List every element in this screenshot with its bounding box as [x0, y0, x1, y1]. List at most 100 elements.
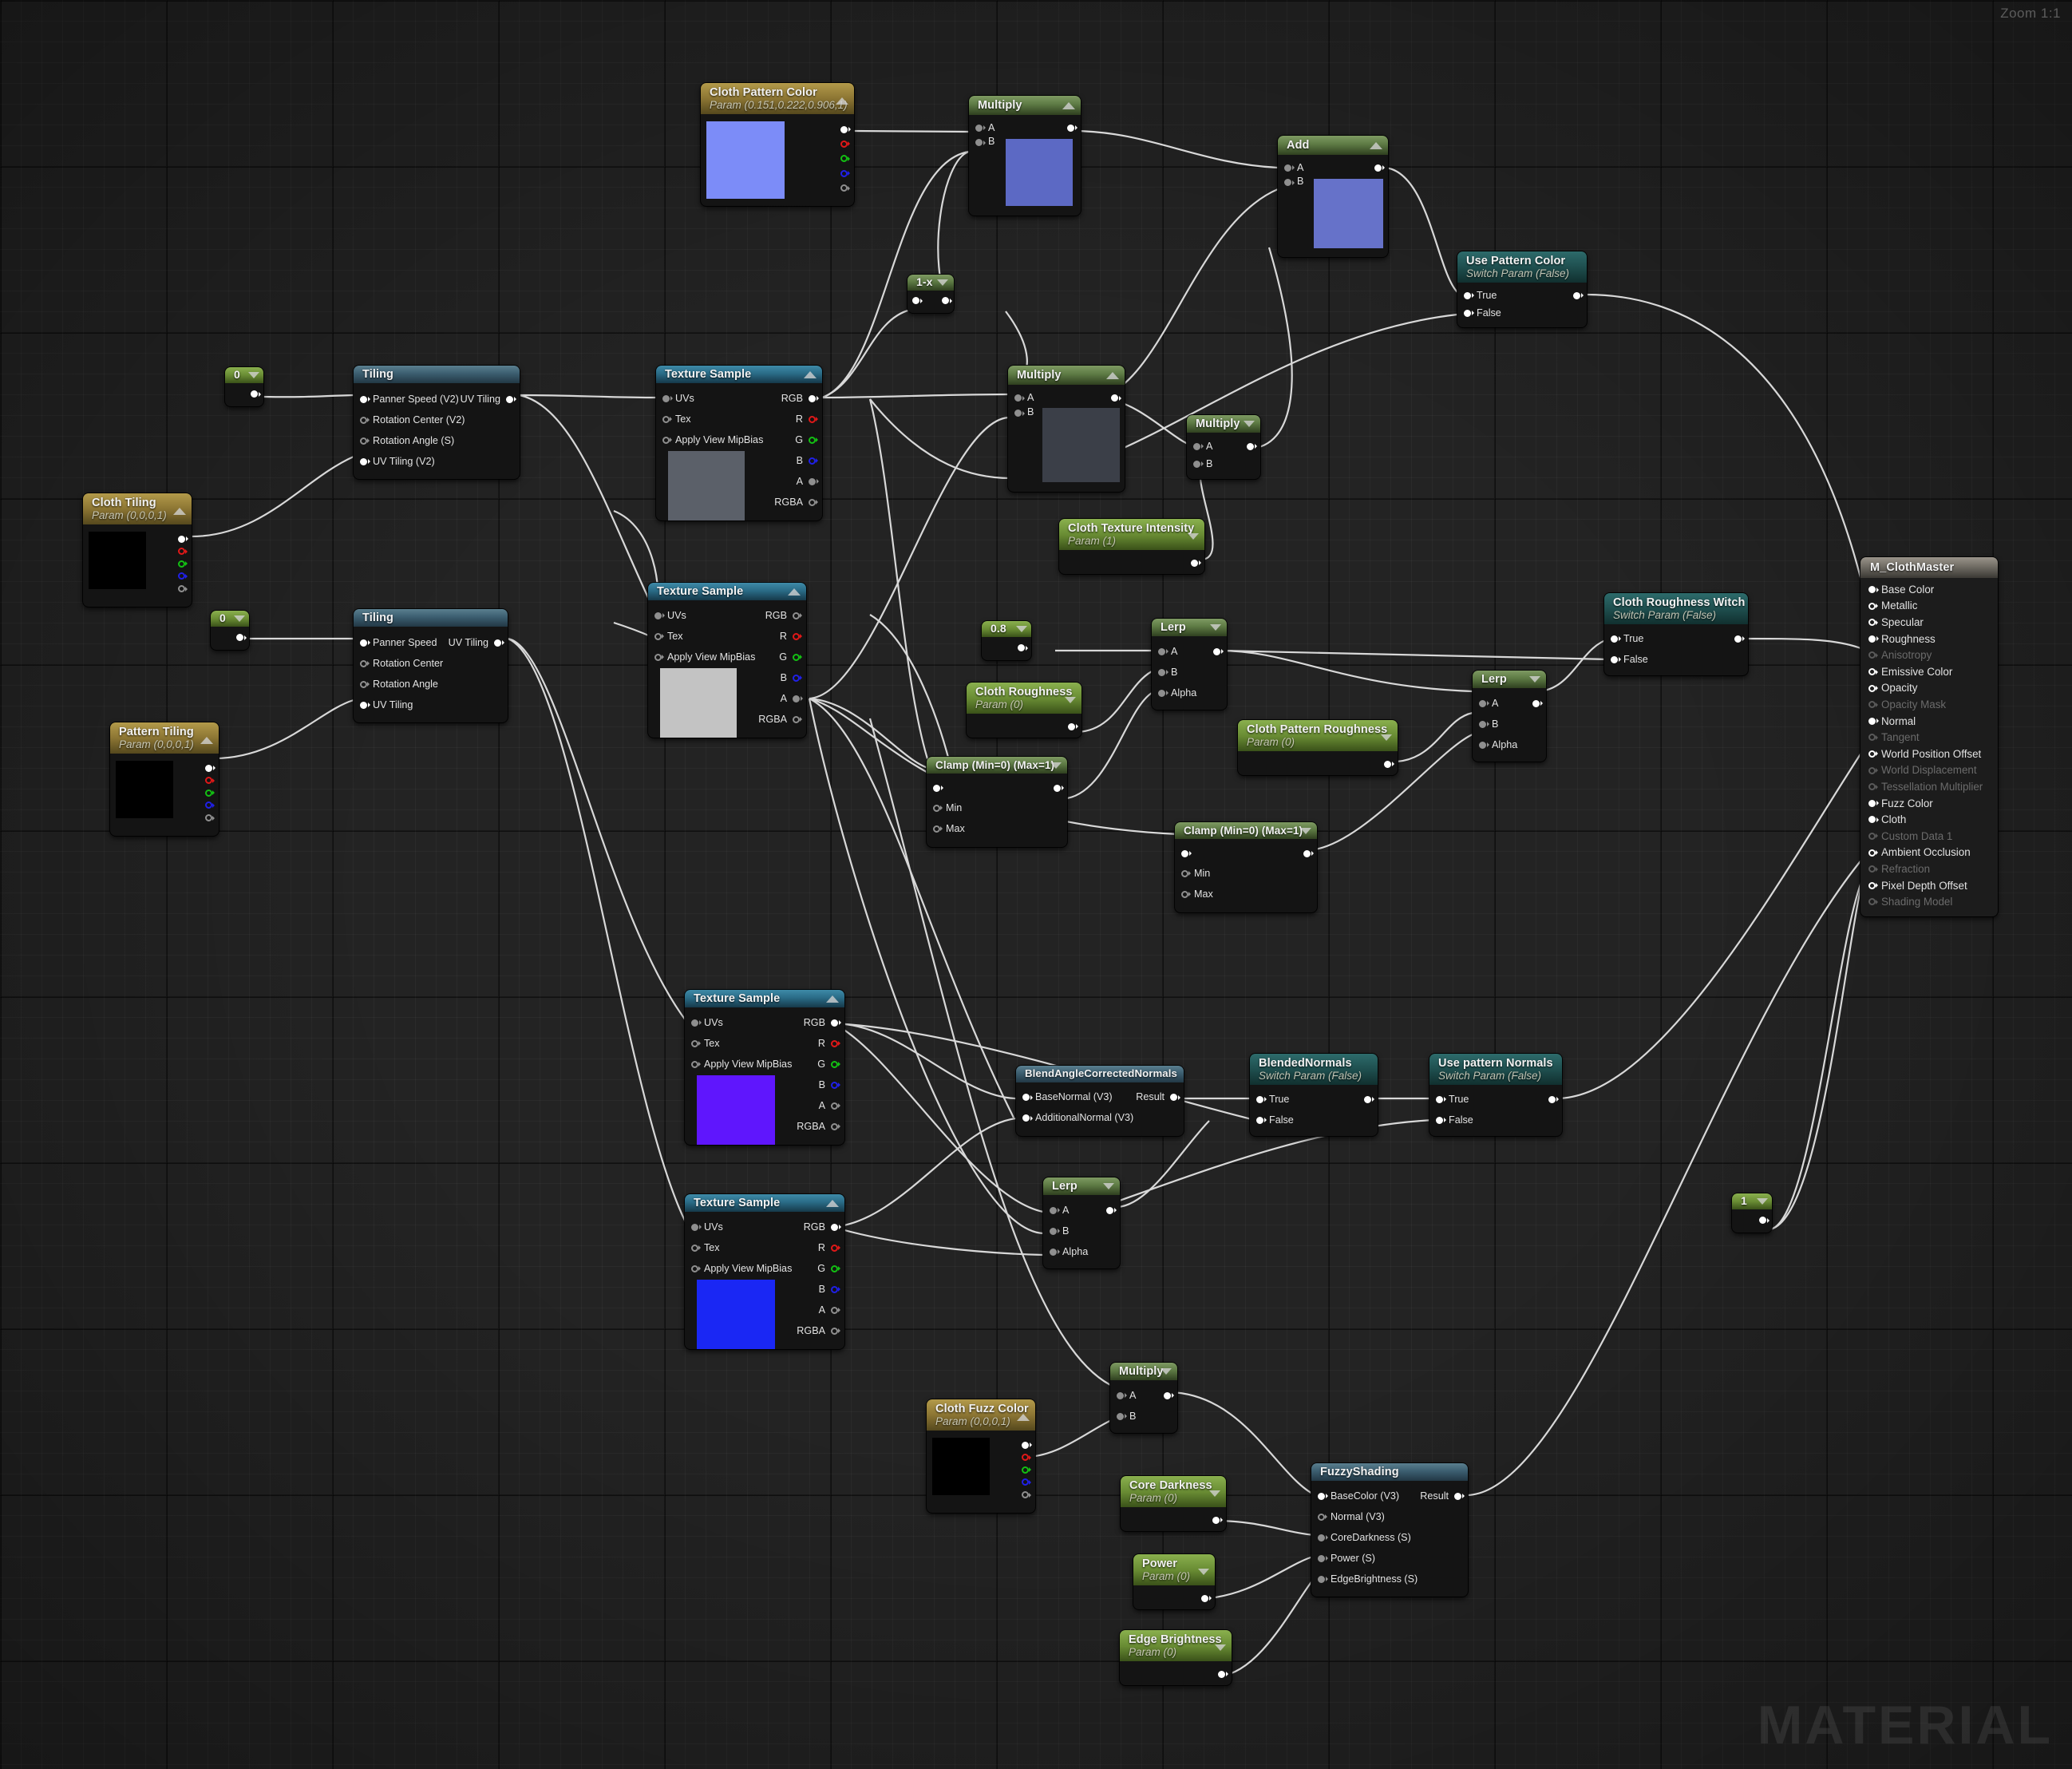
collapse-arrow-icon[interactable] [1300, 827, 1311, 834]
collapse-arrow-icon[interactable] [234, 615, 245, 622]
input-pin-b[interactable]: B [1187, 455, 1260, 473]
output-pin-dot[interactable] [809, 457, 816, 465]
material-output-pin[interactable]: Anisotropy [1860, 647, 1998, 664]
output-pin-dot[interactable] [1068, 722, 1075, 730]
output-pin-dot[interactable] [1213, 647, 1220, 655]
output-pin-rgb[interactable] [146, 532, 192, 545]
pin-row[interactable] [907, 296, 954, 306]
input-pin-value[interactable] [927, 778, 1067, 797]
material-output-pin[interactable]: Ambient Occlusion [1860, 845, 1998, 861]
output-pin-rgb[interactable] [785, 123, 854, 136]
input-pin-true[interactable]: True [1457, 287, 1587, 304]
input-pin-alpha[interactable]: Alpha [1043, 1241, 1120, 1262]
pin-dot[interactable] [691, 1039, 698, 1047]
output-pin-dot[interactable] [809, 394, 816, 402]
input-pin-max[interactable]: Max [1175, 884, 1317, 904]
pin-dot[interactable] [1022, 1478, 1029, 1486]
material-graph-canvas[interactable]: Cloth Pattern Color Param (0.151,0.222,0… [0, 0, 2072, 1769]
input-pin-value[interactable] [1175, 844, 1317, 863]
node-cloth-roughness-witch[interactable]: Cloth Roughness Witch Switch Param (Fals… [1604, 593, 1748, 676]
node-texture-sample-4[interactable]: Texture Sample UVs RGB Tex R Apply View … [685, 1194, 844, 1350]
output-pin-rgb[interactable] [990, 1439, 1035, 1451]
output-row[interactable] [1133, 1593, 1215, 1603]
pin-dot[interactable] [1479, 699, 1486, 707]
output-pin-dot[interactable] [1384, 760, 1391, 768]
collapse-arrow-icon[interactable] [173, 508, 186, 515]
pin-dot[interactable] [654, 632, 662, 640]
pin-dot[interactable] [1014, 394, 1022, 402]
node-const-08[interactable]: 0.8 [982, 621, 1031, 660]
output-pin-dot[interactable] [494, 639, 501, 647]
material-output-pin[interactable]: Tangent [1860, 730, 1998, 746]
node-lerp-roughness[interactable]: Lerp A B Alpha [1152, 619, 1227, 710]
output-pin-dot[interactable] [1548, 1095, 1556, 1103]
pin-dot[interactable] [933, 825, 940, 833]
input-pin-a[interactable]: A [1043, 1200, 1120, 1221]
node-cloth-tiling[interactable]: Cloth Tiling Param (0,0,0,1) [83, 493, 192, 607]
pin-dot[interactable] [840, 184, 848, 192]
input-pin-true[interactable]: True [1429, 1089, 1562, 1110]
pin-row[interactable] [982, 643, 1031, 653]
pin-dot[interactable] [1436, 1095, 1443, 1103]
output-row[interactable] [1238, 759, 1398, 769]
pin-dot[interactable] [1050, 1227, 1057, 1235]
material-output-pin[interactable]: World Position Offset [1860, 746, 1998, 762]
pin-dot[interactable] [1464, 309, 1471, 317]
collapse-arrow-icon[interactable] [248, 371, 259, 378]
pin-dot[interactable] [1318, 1534, 1325, 1541]
output-pin-dot[interactable] [809, 436, 816, 444]
pin-dot[interactable] [205, 801, 212, 809]
input-pin-uvs[interactable]: UVs RGB [648, 605, 806, 626]
pin-dot[interactable] [1868, 750, 1876, 758]
pin-dot[interactable] [662, 394, 670, 402]
pin-dot[interactable] [1436, 1116, 1443, 1124]
pin-dot[interactable] [933, 784, 940, 792]
pin-dot[interactable] [178, 560, 185, 568]
input-pin-power[interactable]: Power (S) [1311, 1548, 1468, 1569]
node-one-minus-x[interactable]: 1-x [907, 275, 954, 313]
pin-dot[interactable] [1868, 717, 1876, 725]
pin-dot[interactable] [1022, 1114, 1030, 1122]
pin-dot[interactable] [1022, 1441, 1029, 1449]
input-pin-false[interactable]: False [1429, 1110, 1562, 1130]
input-pin-dot[interactable] [912, 297, 919, 305]
output-pin-dot[interactable] [1018, 644, 1025, 652]
node-const-zero-b[interactable]: 0 [211, 611, 249, 650]
input-pin-rotation-center[interactable]: Rotation Center (V2) [354, 410, 520, 430]
node-multiply-fuzz[interactable]: Multiply A B [1110, 1363, 1177, 1434]
pin-dot[interactable] [1868, 668, 1876, 675]
output-pin-dot[interactable] [1218, 1670, 1225, 1678]
pin-dot[interactable] [1868, 783, 1876, 791]
output-pin-dot[interactable] [236, 634, 243, 642]
output-pin-dot[interactable] [809, 477, 816, 485]
input-pin-coredarkness[interactable]: CoreDarkness (S) [1311, 1527, 1468, 1548]
input-pin-a[interactable]: A [969, 119, 1081, 137]
pin-dot[interactable] [1256, 1116, 1263, 1124]
input-pin-panner-speed[interactable]: Panner Speed UV Tiling [354, 632, 508, 653]
output-pin-dot[interactable] [809, 498, 816, 506]
output-pin-rgba[interactable] [173, 812, 219, 825]
pin-dot[interactable] [691, 1223, 698, 1231]
output-pin-rgba[interactable] [785, 182, 854, 195]
node-texture-sample-1[interactable]: Texture Sample UVs RGB Tex R Apply View … [656, 366, 822, 521]
pin-dot[interactable] [654, 611, 662, 619]
output-pin-g[interactable] [990, 1464, 1035, 1477]
output-pin-dot[interactable] [831, 1122, 838, 1130]
node-tiling-bottom[interactable]: Tiling Panner Speed UV Tiling Rotation C… [354, 609, 508, 723]
pin-dot[interactable] [1158, 689, 1165, 697]
input-pin-a[interactable]: A [1110, 1385, 1177, 1406]
material-output-pin[interactable]: Opacity [1860, 680, 1998, 697]
pin-dot[interactable] [1479, 741, 1486, 749]
output-pin-dot[interactable] [1374, 164, 1382, 172]
pin-dot[interactable] [1022, 1491, 1029, 1499]
node-cloth-pattern-color[interactable]: Cloth Pattern Color Param (0.151,0.222,0… [701, 83, 854, 207]
output-pin-dot[interactable] [793, 611, 800, 619]
input-pin-true[interactable]: True [1604, 628, 1748, 649]
pin-dot[interactable] [654, 653, 662, 661]
pin-dot[interactable] [205, 814, 212, 822]
node-blend-angle-corrected-normals[interactable]: BlendAngleCorrectedNormals BaseNormal (V… [1016, 1066, 1184, 1136]
input-pin-panner-speed[interactable]: Panner Speed (V2) UV Tiling [354, 389, 520, 410]
collapse-arrow-icon[interactable] [1062, 102, 1075, 110]
node-power[interactable]: Power Param (0) [1133, 1554, 1215, 1610]
pin-dot[interactable] [840, 125, 848, 133]
